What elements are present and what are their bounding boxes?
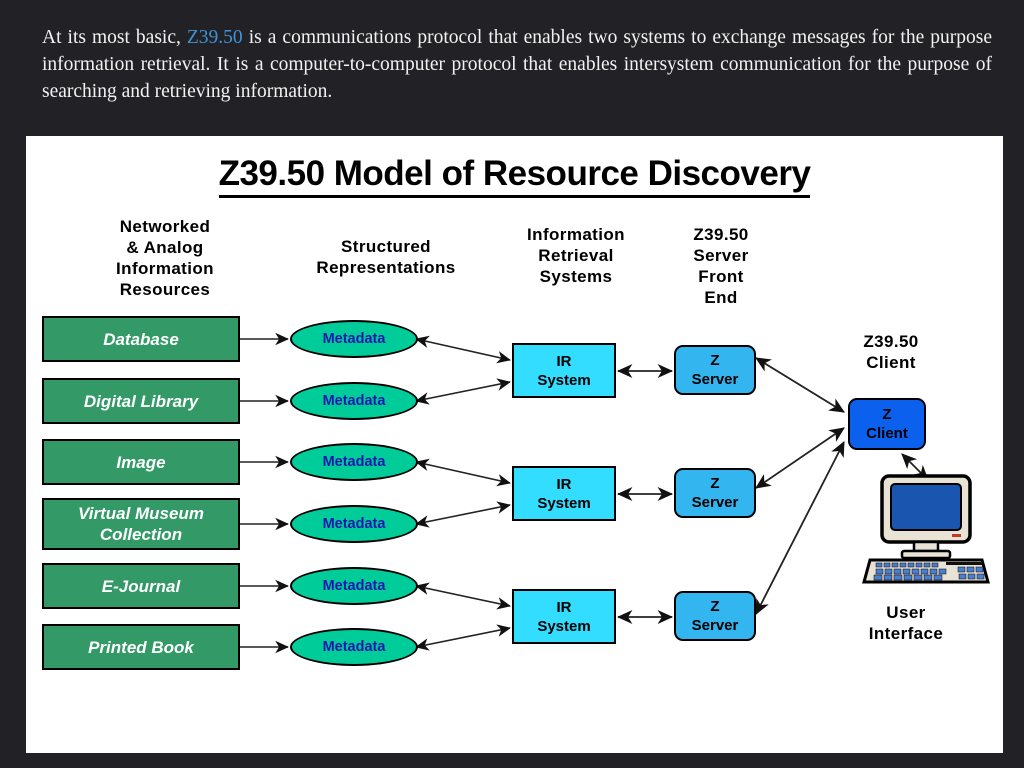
z-server-box[interactable]: Z Server	[674, 591, 756, 641]
ir-system-line1: IR	[556, 598, 572, 616]
resource-box-e-journal[interactable]: E-Journal	[42, 563, 240, 609]
ir-to-zserver-arrows	[616, 363, 674, 625]
z-server-box[interactable]: Z Server	[674, 468, 756, 518]
resource-box-database[interactable]: Database	[42, 316, 240, 362]
metadata-node[interactable]: Metadata	[290, 567, 418, 605]
diagram-title: Z39.50 Model of Resource Discovery	[26, 154, 1003, 198]
ir-system-box[interactable]: IR System	[512, 343, 616, 398]
metadata-node[interactable]: Metadata	[290, 628, 418, 666]
z-server-line2: Server	[691, 617, 739, 634]
metadata-node[interactable]: Metadata	[290, 320, 418, 358]
intro-text-before: At its most basic,	[42, 27, 187, 48]
z-client-line2: Client	[866, 425, 908, 442]
metadata-node[interactable]: Metadata	[290, 382, 418, 420]
ir-system-line1: IR	[556, 475, 572, 493]
ir-system-box[interactable]: IR System	[512, 589, 616, 644]
z-server-line1: Z	[710, 352, 720, 369]
z-client-box[interactable]: Z Client	[848, 398, 926, 450]
metadata-to-ir-arrows	[415, 335, 511, 651]
resource-to-metadata-arrows	[240, 332, 289, 654]
column-header-server-front-end: Z39.50 Server Front End	[693, 225, 749, 307]
computer-icon	[862, 474, 990, 584]
resource-box-printed-book[interactable]: Printed Book	[42, 624, 240, 670]
z-server-line2: Server	[691, 371, 739, 388]
resource-box-virtual-museum-collection[interactable]: Virtual Museum Collection	[42, 498, 240, 550]
resource-box-digital-library[interactable]: Digital Library	[42, 378, 240, 424]
intro-paragraph: At its most basic, Z39.50 is a communica…	[42, 24, 992, 105]
metadata-node[interactable]: Metadata	[290, 443, 418, 481]
z-server-line1: Z	[710, 475, 720, 492]
ir-system-line2: System	[537, 617, 591, 635]
column-header-z3950-client: Z39.50 Client	[863, 332, 919, 372]
ir-system-line2: System	[537, 494, 591, 512]
diagram-panel: Z39.50 Model of Resource Discovery Netwo…	[26, 136, 1003, 753]
z-server-line1: Z	[710, 598, 720, 615]
z-server-box[interactable]: Z Server	[674, 345, 756, 395]
column-header-ir-systems: Information Retrieval Systems	[527, 225, 625, 286]
column-header-structured: Structured Representations	[316, 237, 456, 277]
ir-system-box[interactable]: IR System	[512, 466, 616, 521]
metadata-node[interactable]: Metadata	[290, 505, 418, 543]
z-server-line2: Server	[691, 494, 739, 511]
ir-system-line2: System	[537, 371, 591, 389]
zserver-to-zclient-arrows	[755, 357, 845, 615]
label-user-interface: User Interface	[868, 603, 944, 643]
ir-system-line1: IR	[556, 352, 572, 370]
resource-box-image[interactable]: Image	[42, 439, 240, 485]
intro-highlight-z3950: Z39.50	[186, 27, 243, 48]
column-header-resources: Networked & Analog Information Resources	[116, 217, 214, 299]
z-client-line1: Z	[882, 406, 892, 423]
diagram-title-text: Z39.50 Model of Resource Discovery	[218, 154, 811, 198]
